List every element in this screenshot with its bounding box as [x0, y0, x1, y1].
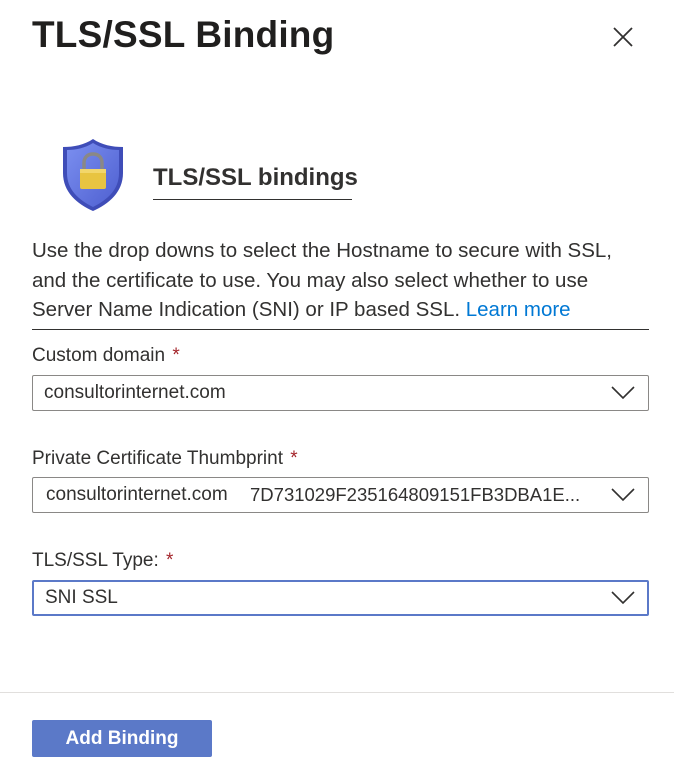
close-icon: [606, 20, 640, 54]
tls-ssl-binding-panel: TLS/SSL Binding TLS/SSL bindings Use the…: [0, 0, 674, 779]
ssl-type-value: SNI SSL: [45, 587, 118, 608]
custom-domain-dropdown[interactable]: consultorinternet.com: [32, 375, 649, 411]
learn-more-link[interactable]: Learn more: [466, 298, 571, 321]
certificate-label-text: Private Certificate Thumbprint: [32, 448, 283, 469]
close-button[interactable]: [606, 20, 640, 54]
custom-domain-value: consultorinternet.com: [44, 382, 226, 403]
custom-domain-label-text: Custom domain: [32, 345, 166, 366]
certificate-label: Private Certificate Thumbprint *: [32, 447, 298, 471]
ssl-type-label-text: TLS/SSL Type:: [32, 550, 159, 571]
chevron-down-icon: [611, 591, 635, 605]
required-mark: *: [166, 550, 174, 571]
certificate-dropdown[interactable]: consultorinternet.com 7D731029F235164809…: [32, 477, 649, 513]
certificate-name-value: consultorinternet.com: [46, 484, 228, 505]
footer-divider: [0, 692, 674, 693]
panel-title: TLS/SSL Binding: [32, 14, 335, 55]
description-text: Use the drop downs to select the Hostnam…: [32, 236, 650, 325]
section-heading: TLS/SSL bindings: [153, 160, 358, 200]
chevron-down-icon: [611, 386, 635, 400]
ssl-type-label: TLS/SSL Type: *: [32, 549, 173, 573]
certificate-thumbprint-value: 7D731029F235164809151FB3DBA1E...: [250, 484, 581, 505]
separator: [32, 329, 649, 330]
required-mark: *: [172, 345, 180, 366]
chevron-down-icon: [611, 488, 635, 502]
required-mark: *: [290, 448, 298, 469]
custom-domain-label: Custom domain *: [32, 344, 180, 368]
shield-lock-icon: [60, 137, 126, 213]
ssl-type-dropdown[interactable]: SNI SSL: [32, 580, 649, 616]
add-binding-button[interactable]: Add Binding: [32, 720, 212, 757]
